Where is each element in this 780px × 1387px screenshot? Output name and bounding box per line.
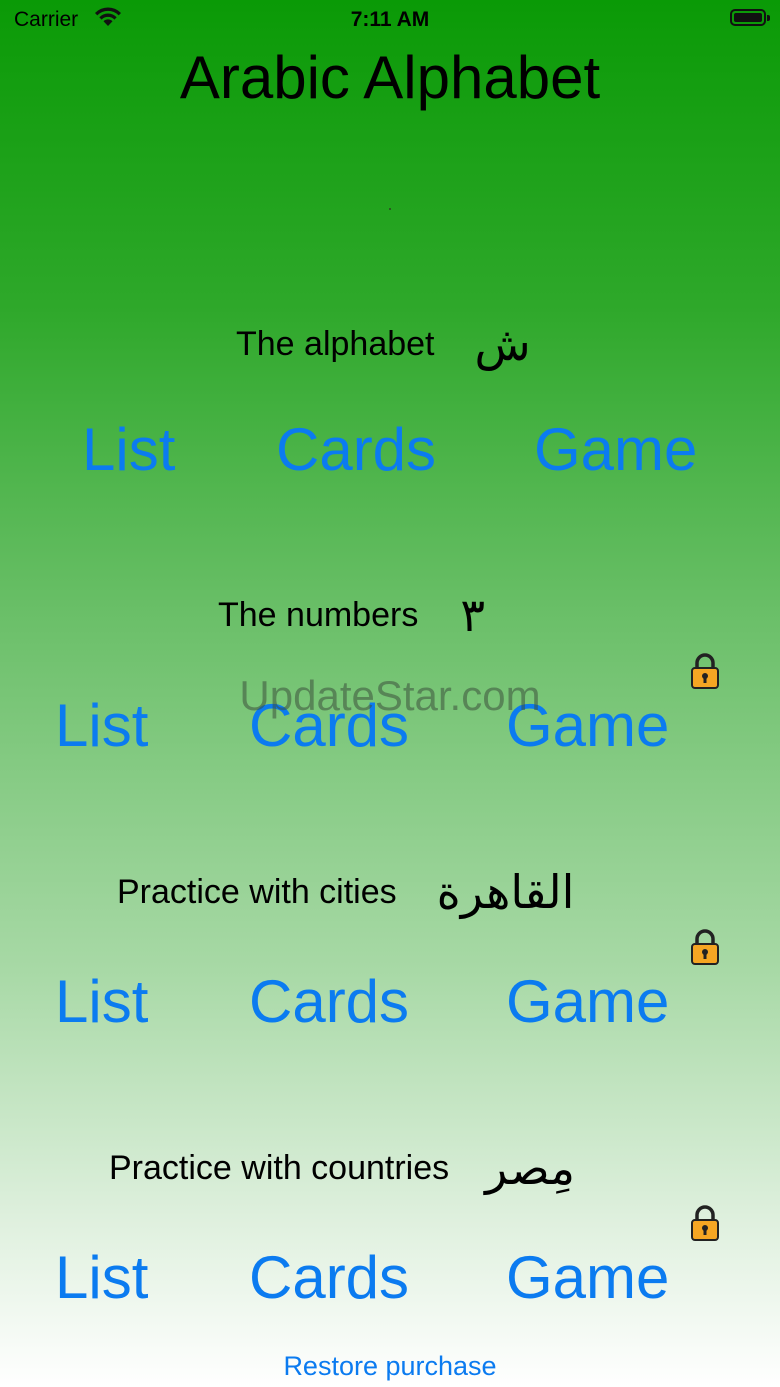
section-cities-header: Practice with cities القاهرة [117, 864, 574, 920]
alphabet-cards-button[interactable]: Cards [276, 414, 436, 486]
section-arabic-sample: ش [474, 317, 531, 371]
section-arabic-sample: القاهرة [436, 865, 575, 919]
lock-icon [690, 928, 720, 966]
section-title: The alphabet [236, 325, 435, 363]
section-arabic-sample: ٣ [460, 588, 486, 642]
section-alphabet-header: The alphabet ش [236, 316, 531, 372]
restore-purchase-button[interactable]: Restore purchase [0, 1351, 780, 1382]
section-countries-header: Practice with countries مِصر [109, 1140, 575, 1196]
decorative-dot [389, 208, 391, 210]
battery-icon [730, 9, 770, 26]
status-time: 7:11 AM [350, 8, 430, 31]
lock-icon [690, 1204, 720, 1242]
section-title: The numbers [218, 596, 419, 634]
cities-game-button[interactable]: Game [506, 966, 669, 1038]
section-numbers-header: The numbers ٣ [218, 587, 485, 643]
countries-list-button[interactable]: List [55, 1242, 148, 1314]
section-arabic-sample: مِصر [485, 1141, 576, 1195]
cities-cards-button[interactable]: Cards [249, 966, 409, 1038]
status-bar: Carrier 7:11 AM [0, 0, 780, 40]
section-title: Practice with cities [117, 873, 397, 911]
alphabet-game-button[interactable]: Game [534, 414, 697, 486]
cities-list-button[interactable]: List [55, 966, 148, 1038]
watermark: UpdateStar.com [239, 672, 541, 719]
alphabet-list-button[interactable]: List [82, 414, 175, 486]
countries-game-button[interactable]: Game [506, 1242, 669, 1314]
section-title: Practice with countries [109, 1149, 450, 1187]
page-title: Arabic Alphabet [179, 44, 601, 111]
countries-cards-button[interactable]: Cards [249, 1242, 409, 1314]
